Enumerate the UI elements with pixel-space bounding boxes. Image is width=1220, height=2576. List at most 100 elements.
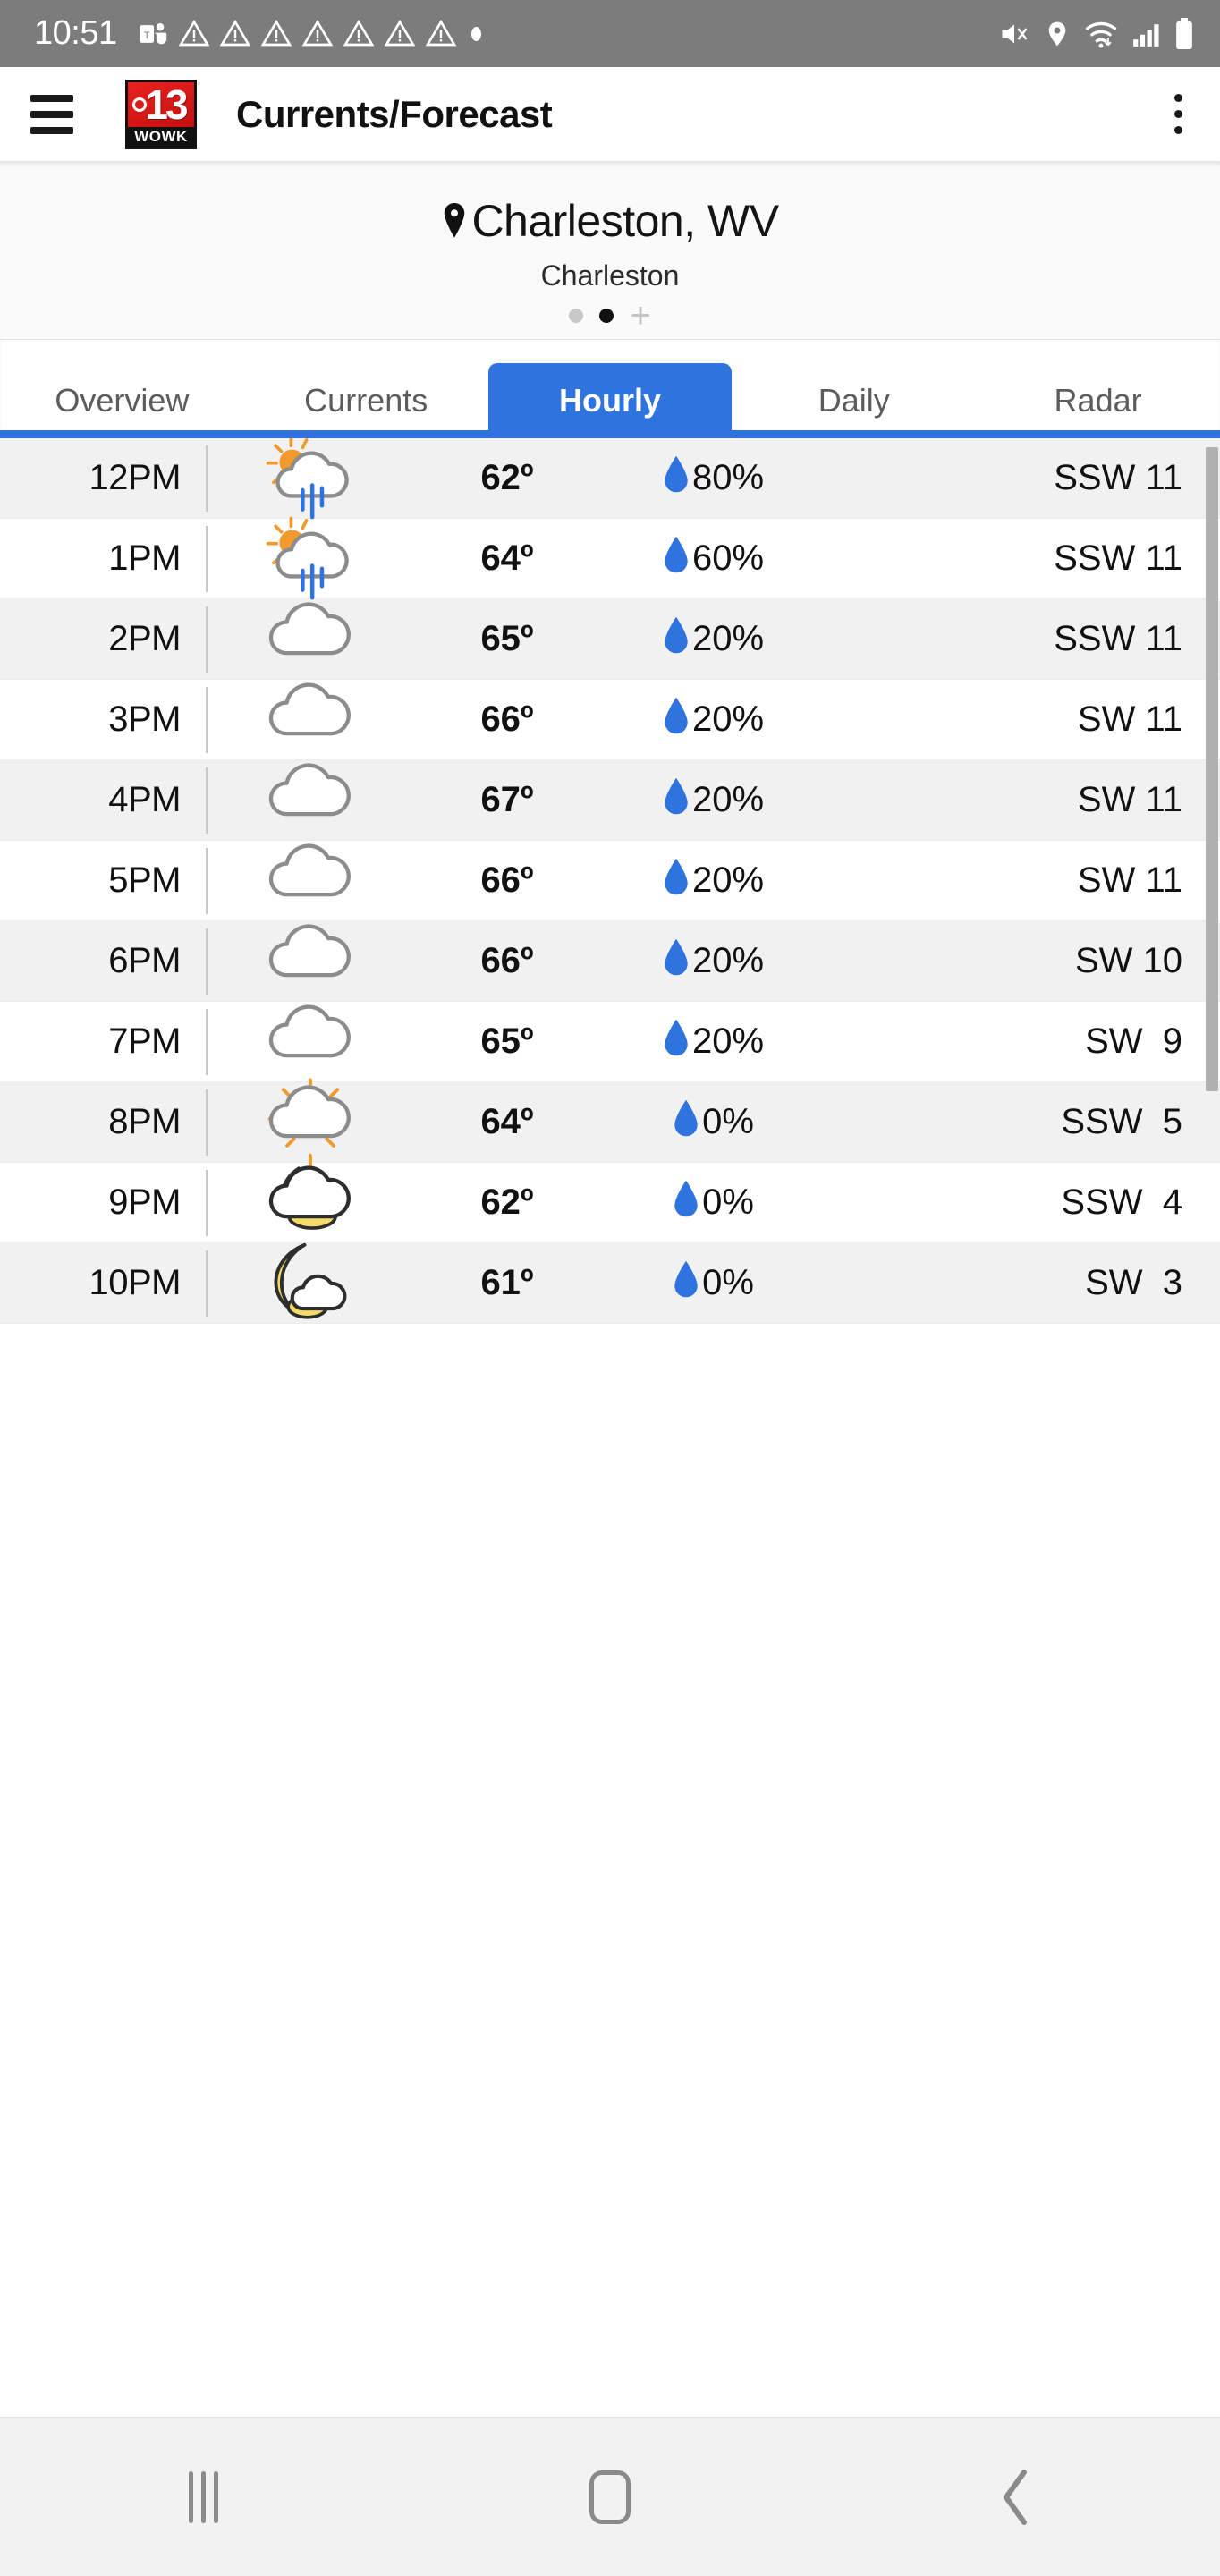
hamburger-menu-icon[interactable] [30,94,73,134]
cloud-icon [208,674,413,767]
hourly-temperature: 64º [480,1102,534,1141]
hourly-precipitation-value: 20% [691,860,765,900]
hourly-temperature: 65º [480,1021,534,1061]
moon-cloud-icon [208,1237,413,1330]
hourly-row[interactable]: 6PM 66º 20% SW 10 [0,921,1220,1002]
hourly-precipitation-value: 20% [691,619,765,658]
hourly-precipitation: 0% [601,1098,825,1147]
mute-icon [998,18,1030,50]
svg-text:T: T [143,30,149,40]
hourly-precipitation: 60% [601,535,825,583]
cbs-eye-icon [132,97,147,112]
hourly-forecast-list[interactable]: 12PM 62º 80% SSW 11 1PM 64º 60% SSW 11 2PM 65º 20%… [0,438,1220,2417]
hourly-precipitation-value: 80% [691,458,765,497]
hourly-wind: SW 9 [1085,1021,1182,1061]
sun-behind-cloud-icon [208,1076,413,1169]
hourly-row[interactable]: 7PM 65º 20% SW 9 [0,1002,1220,1082]
hourly-row[interactable]: 4PM 67º 20% SW 11 [0,760,1220,841]
teams-icon: T [139,19,169,49]
warning-triangle-icon [301,18,334,50]
tab-active-underline [0,430,1220,438]
warning-triangle-icon [260,18,292,50]
status-bar-left: 10:51 T [34,14,487,53]
hourly-time: 1PM [108,538,181,578]
tab-list: Overview Currents Hourly Daily Radar [0,363,1220,438]
hourly-wind: SSW 11 [1054,538,1182,578]
tab-bar: Overview Currents Hourly Daily Radar [0,340,1220,438]
hourly-precipitation-value: 20% [691,941,765,980]
tab-radar[interactable]: Radar [976,363,1220,438]
location-icon [1043,18,1072,50]
status-bar: 10:51 T [0,0,1220,67]
recents-icon[interactable] [131,2453,275,2542]
sun-rain-cloud-icon [208,513,413,606]
hourly-time: 12PM [89,458,182,497]
hourly-wind: SSW 11 [1054,458,1182,497]
hourly-row[interactable]: 5PM 66º 20% SW 11 [0,841,1220,921]
water-drop-icon [662,696,690,744]
tab-overview[interactable]: Overview [0,363,244,438]
hourly-temperature: 66º [480,699,534,739]
hourly-row[interactable]: 3PM 66º 20% SW 11 [0,680,1220,760]
water-drop-icon [662,615,690,664]
hourly-precipitation: 80% [601,454,825,503]
location-header[interactable]: Charleston, WV Charleston + [0,166,1220,340]
cloud-icon [208,835,413,928]
hourly-row[interactable]: 8PM 64º 0% SSW 5 [0,1078,1220,1166]
tab-overview-label: Overview [55,382,190,419]
app-root: 10:51 T 13 WOWK Currents/Forecast Charle… [0,0,1220,2576]
hourly-wind: SW 11 [1077,780,1182,819]
location-pin-icon [441,200,468,242]
hourly-time: 8PM [108,1102,181,1141]
tab-currents[interactable]: Currents [244,363,488,438]
tab-hourly-label: Hourly [558,382,661,419]
pager-dot-1[interactable] [569,309,584,323]
tab-currents-label: Currents [304,382,428,419]
hourly-temperature: 66º [480,860,534,900]
page-title: Currents/Forecast [236,92,553,135]
status-bar-right [998,17,1195,50]
more-vertical-icon[interactable] [1167,87,1190,141]
location-name: Charleston, WV [471,196,779,246]
water-drop-icon [662,776,690,825]
cloud-icon [208,996,413,1089]
location-title-row: Charleston, WV [441,195,779,247]
tab-daily[interactable]: Daily [732,363,976,438]
moon-behind-cloud-icon [208,1157,413,1250]
water-drop-icon [662,937,690,986]
water-drop-icon [662,857,690,905]
hourly-row[interactable]: 10PM 61º 0% SW 3 [0,1242,1220,1324]
add-location-button[interactable]: + [630,298,650,334]
pager-dot-2-active[interactable] [599,309,614,323]
hourly-time: 6PM [108,941,181,980]
hourly-precipitation: 20% [601,857,825,905]
cloud-icon [208,754,413,847]
hourly-wind: SW 10 [1074,941,1182,980]
tab-hourly[interactable]: Hourly [487,363,733,438]
hourly-row[interactable]: 9PM 62º 0% SSW 4 [0,1163,1220,1243]
dot-icon [470,26,481,41]
hourly-row[interactable]: 12PM 62º 80% SSW 11 [0,438,1220,519]
hourly-rows: 12PM 62º 80% SSW 11 1PM 64º 60% SSW 11 2PM 65º 20%… [0,438,1220,1324]
hourly-row[interactable]: 1PM 64º 60% SSW 11 [0,516,1220,599]
home-icon[interactable] [538,2453,682,2542]
app-bar: 13 WOWK Currents/Forecast [0,67,1220,161]
location-pager[interactable]: + [0,298,1220,334]
hourly-wind: SSW 4 [1061,1182,1182,1222]
hourly-time: 5PM [108,860,181,900]
warning-triangle-icon [425,18,457,50]
vertical-scrollbar[interactable] [1206,447,1218,1091]
hourly-temperature: 67º [480,780,534,819]
hourly-wind: SSW 11 [1054,619,1182,658]
hourly-precipitation: 20% [601,776,825,825]
hourly-time: 9PM [108,1182,181,1222]
hourly-precipitation: 20% [601,937,825,986]
hourly-precipitation-value: 0% [702,1263,754,1302]
back-icon[interactable] [945,2453,1089,2542]
logo-callsign: WOWK [128,126,194,147]
hourly-row[interactable]: 2PM 65º 20% SSW 11 [0,599,1220,680]
hourly-wind: SSW 5 [1061,1102,1182,1141]
water-drop-icon [662,1018,690,1066]
warning-triangle-icon [219,18,251,50]
hourly-precipitation: 20% [601,1018,825,1066]
